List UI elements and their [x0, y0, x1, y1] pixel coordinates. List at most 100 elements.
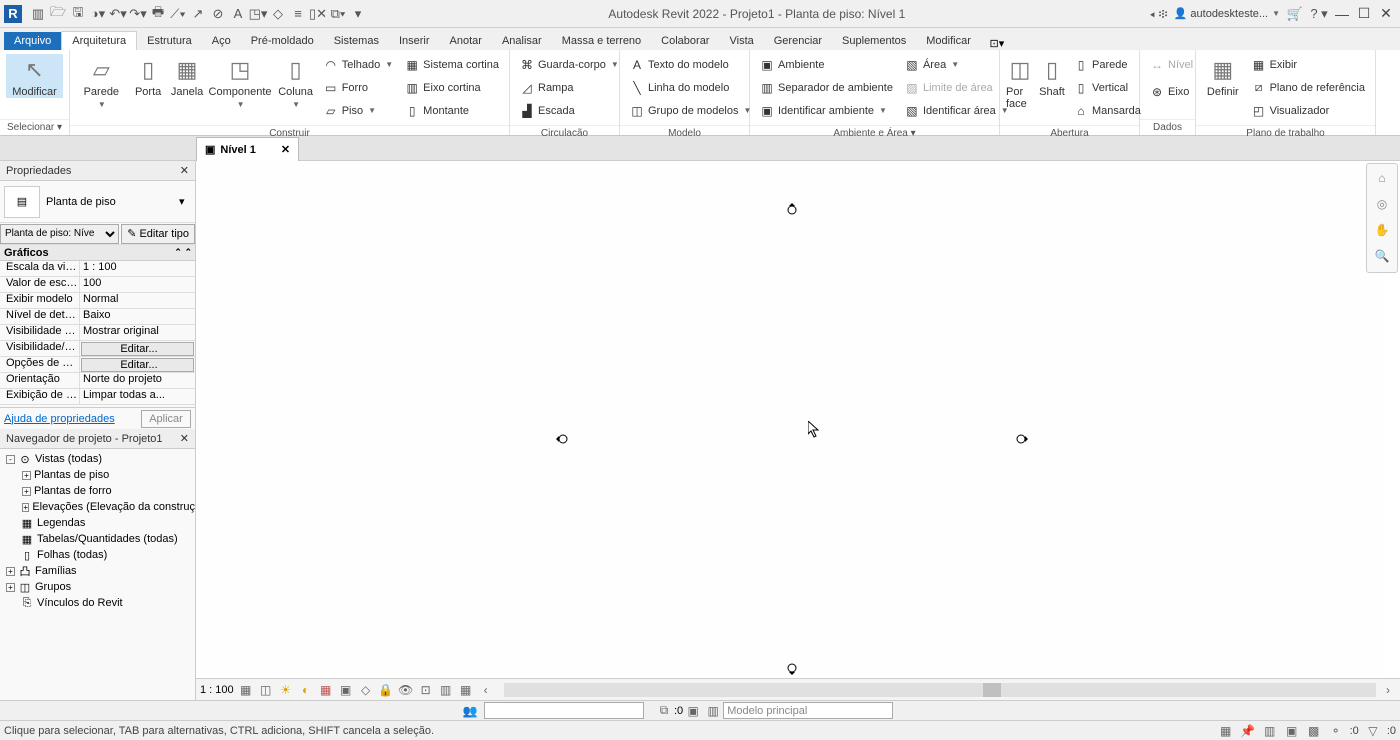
- drag-elements-icon[interactable]: ▥: [1262, 723, 1278, 739]
- edit-type-button[interactable]: ✎Editar tipo: [121, 224, 195, 244]
- elevation-marker-east[interactable]: [1016, 433, 1028, 445]
- scroll-end-icon[interactable]: ‹: [478, 682, 494, 698]
- curtain-system-button[interactable]: ▦Sistema cortina: [401, 54, 503, 75]
- tree-node[interactable]: ▦Legendas: [0, 515, 195, 531]
- close-button[interactable]: ✕: [1378, 6, 1394, 22]
- qat-customize-icon[interactable]: ▾: [350, 6, 366, 22]
- tag-area-button[interactable]: ▧Identificar área▼: [901, 100, 1013, 121]
- select-links-icon[interactable]: ⧉: [656, 703, 672, 719]
- tree-node[interactable]: +Elevações (Elevação da construç: [0, 499, 195, 515]
- ramp-button[interactable]: ◿Rampa: [516, 77, 623, 98]
- type-selector[interactable]: ▤ Planta de piso ▾: [0, 181, 195, 223]
- minimize-button[interactable]: —: [1334, 6, 1350, 22]
- nav-pan-icon[interactable]: ✋: [1372, 220, 1392, 240]
- qat-measure-icon[interactable]: ⟋▾: [170, 6, 186, 22]
- setplane-button[interactable]: ▦Definir: [1202, 54, 1244, 98]
- prop-value[interactable]: Norte do projeto: [80, 373, 195, 388]
- canvas-hscroll[interactable]: [504, 683, 1376, 697]
- properties-close-icon[interactable]: ✕: [180, 164, 189, 177]
- info-center-icon[interactable]: ◂ ፨: [1150, 5, 1168, 23]
- tree-node[interactable]: ⎘Vínculos do Revit: [0, 595, 195, 611]
- tree-node[interactable]: +◫Grupos: [0, 579, 195, 595]
- detail-level-icon[interactable]: ▦: [238, 682, 254, 698]
- qat-3d-icon[interactable]: ◳▾: [250, 6, 266, 22]
- editable-only-icon[interactable]: ▣: [685, 703, 701, 719]
- railing-button[interactable]: ⌘Guarda-corpo▼: [516, 54, 623, 75]
- elevation-marker-west[interactable]: [556, 433, 568, 445]
- stair-button[interactable]: ▟Escada: [516, 100, 623, 121]
- expand-icon[interactable]: +: [6, 583, 15, 592]
- property-row[interactable]: Visibilidade/S...Editar...: [0, 341, 195, 357]
- modify-button[interactable]: ↖ Modificar: [6, 54, 63, 98]
- ceiling-button[interactable]: ▭Forro: [320, 77, 397, 98]
- property-row[interactable]: Visibilidade d...Mostrar original: [0, 325, 195, 341]
- property-row[interactable]: Exibição de u...Limpar todas a...: [0, 389, 195, 405]
- tab-file[interactable]: Arquivo: [4, 32, 61, 50]
- property-row[interactable]: Escala da vista1 : 100: [0, 261, 195, 277]
- window-button[interactable]: ▦Janela: [170, 54, 205, 98]
- grid-button[interactable]: ⊛Eixo: [1146, 81, 1197, 102]
- model-group-button[interactable]: ◫Grupo de modelos▼: [626, 100, 755, 121]
- mullion-button[interactable]: ▯Montante: [401, 100, 503, 121]
- model-line-button[interactable]: ╲Linha do modelo: [626, 77, 755, 98]
- component-button[interactable]: ◳Componente▼: [209, 54, 272, 109]
- help-icon[interactable]: ? ▾: [1310, 5, 1328, 23]
- lock-3d-icon[interactable]: 🔒: [378, 682, 394, 698]
- tab-sistemas[interactable]: Sistemas: [324, 32, 389, 50]
- view-tab[interactable]: ▣ Nível 1 ✕: [196, 137, 299, 161]
- nav-wheel-icon[interactable]: ◎: [1372, 194, 1392, 214]
- tab-modificar[interactable]: Modificar: [916, 32, 981, 50]
- ref-plane-button[interactable]: ⧄Plano de referência: [1248, 77, 1369, 98]
- prop-value[interactable]: Mostrar original: [80, 325, 195, 340]
- property-row[interactable]: Nível de detalheBaixo: [0, 309, 195, 325]
- tab-premoldado[interactable]: Pré-moldado: [241, 32, 324, 50]
- wall-opening-button[interactable]: ▯Parede: [1070, 54, 1145, 75]
- tab-anotar[interactable]: Anotar: [440, 32, 492, 50]
- panel-select-title[interactable]: Selecionar ▾: [0, 119, 69, 135]
- shadows-icon[interactable]: ◐: [298, 682, 314, 698]
- room-button[interactable]: ▣Ambiente: [756, 54, 897, 75]
- view-tab-close-icon[interactable]: ✕: [281, 143, 290, 156]
- properties-help-link[interactable]: Ajuda de propriedades: [4, 413, 115, 425]
- door-button[interactable]: ▯Porta: [131, 54, 166, 98]
- qat-switch-win-icon[interactable]: ⧉▾: [330, 6, 346, 22]
- type-dropdown-icon[interactable]: ▾: [179, 195, 191, 208]
- property-row[interactable]: Exibir modeloNormal: [0, 293, 195, 309]
- expand-icon[interactable]: +: [22, 503, 29, 512]
- collapse-icon[interactable]: ⌃ ⌃: [174, 247, 192, 258]
- sun-path-icon[interactable]: ☀: [278, 682, 294, 698]
- qat-views-icon[interactable]: ▥: [30, 6, 46, 22]
- qat-thinlines-icon[interactable]: ≡: [290, 6, 306, 22]
- tab-aco[interactable]: Aço: [202, 32, 241, 50]
- property-row[interactable]: Valor de escal...100: [0, 277, 195, 293]
- prop-value[interactable]: Editar...: [81, 358, 194, 372]
- qat-text-icon[interactable]: A: [230, 6, 246, 22]
- qat-undo-icon[interactable]: ↶▾: [110, 6, 126, 22]
- qat-tag-icon[interactable]: ⊘: [210, 6, 226, 22]
- qat-sync-icon[interactable]: ◑▾: [90, 6, 106, 22]
- tag-room-button[interactable]: ▣Identificar ambiente▼: [756, 100, 897, 121]
- rendering-icon[interactable]: ▦: [318, 682, 334, 698]
- tab-vista[interactable]: Vista: [719, 32, 763, 50]
- qat-dimension-icon[interactable]: ↗: [190, 6, 206, 22]
- prop-value[interactable]: Limpar todas a...: [80, 389, 195, 404]
- qat-close-inactive-icon[interactable]: ▯✕: [310, 6, 326, 22]
- select-pinned-icon[interactable]: 📌: [1240, 723, 1256, 739]
- reveal-hidden-icon[interactable]: ⊡: [418, 682, 434, 698]
- drawing-canvas[interactable]: [196, 161, 1384, 676]
- tab-inserir[interactable]: Inserir: [389, 32, 440, 50]
- floor-button[interactable]: ▱Piso▼: [320, 100, 397, 121]
- roof-button[interactable]: ◠Telhado▼: [320, 54, 397, 75]
- worksharing-icon[interactable]: ▥: [438, 682, 454, 698]
- expand-icon[interactable]: +: [6, 567, 15, 576]
- nav-bar[interactable]: ⌂ ◎ ✋ 🔍: [1366, 163, 1398, 273]
- scroll-right-icon[interactable]: ›: [1380, 682, 1396, 698]
- tree-node[interactable]: ▯Folhas (todas): [0, 547, 195, 563]
- app-store-icon[interactable]: 🛒: [1286, 5, 1304, 23]
- browser-close-icon[interactable]: ✕: [180, 432, 189, 445]
- tab-suplementos[interactable]: Suplementos: [832, 32, 916, 50]
- reveal-constraints-icon[interactable]: ▦: [458, 682, 474, 698]
- viewer-button[interactable]: ◰Visualizador: [1248, 100, 1369, 121]
- design-option-input[interactable]: [723, 702, 893, 719]
- tab-analisar[interactable]: Analisar: [492, 32, 552, 50]
